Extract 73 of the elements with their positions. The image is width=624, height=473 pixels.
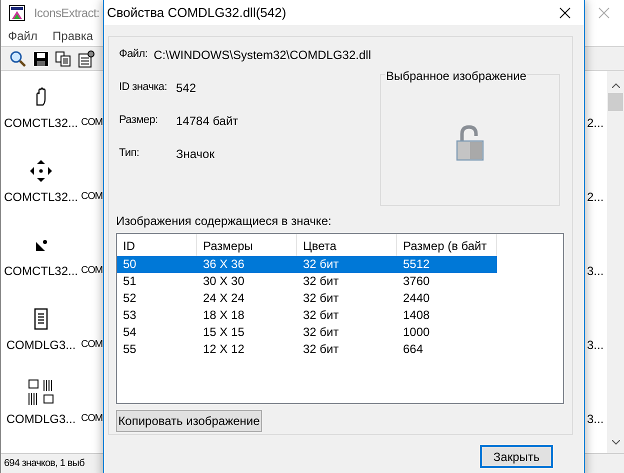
table-cell-text: 32 бит xyxy=(302,341,340,358)
table-row[interactable]: 51 30 X 30 32 бит 3760 xyxy=(117,273,497,290)
field-label: Файл: xyxy=(119,47,149,62)
properties-icon[interactable] xyxy=(77,50,95,68)
scroll-down-icon[interactable] xyxy=(612,440,620,446)
field-label: ID значка: xyxy=(119,80,168,95)
table-cell-text: 24 X 24 xyxy=(202,290,246,307)
icon-label[interactable]: COMCTL32... xyxy=(4,262,78,280)
table-cell-text: 1408 xyxy=(402,307,431,324)
icon-label[interactable]: COM xyxy=(81,411,103,426)
table-cell-text: 18 X 18 xyxy=(202,307,246,324)
scroll-thumb[interactable] xyxy=(608,93,623,112)
pattern-icon xyxy=(27,379,55,408)
icon-label[interactable]: COMCTL32... xyxy=(4,114,78,132)
icon-label[interactable]: COM xyxy=(81,189,103,204)
icon-label[interactable]: COMDLG3... xyxy=(6,336,76,354)
scrollbar[interactable] xyxy=(607,71,624,454)
table-cell-text: 32 бит xyxy=(302,324,340,341)
table-cell-text: 3760 xyxy=(402,273,431,290)
field-value: Значок xyxy=(176,146,214,163)
menu-item[interactable]: Правка xyxy=(52,27,94,46)
close-button[interactable]: Закрыть xyxy=(480,445,553,468)
table-row[interactable]: 50 36 X 36 32 бит 5512 xyxy=(117,256,497,273)
table-cell-text: 53 xyxy=(122,307,138,324)
icon-label[interactable]: COM xyxy=(81,337,103,352)
field-value: 542 xyxy=(176,80,196,97)
window-title: IconsExtract: xyxy=(34,5,100,22)
table-cell-text: 1000 xyxy=(402,324,431,341)
table-cell-text: 12 X 12 xyxy=(202,341,246,358)
copy-icon[interactable] xyxy=(55,50,71,67)
move-arrows-icon xyxy=(29,159,53,184)
menu-item[interactable]: Файл xyxy=(8,27,38,46)
table-cell-text: 32 бит xyxy=(302,290,340,307)
table-row[interactable]: 54 15 X 15 32 бит 1000 xyxy=(117,324,497,341)
icon-label[interactable]: COMCTL32... xyxy=(4,188,78,206)
table-row[interactable]: 53 18 X 18 32 бит 1408 xyxy=(117,307,497,324)
table-cell-text: 54 xyxy=(122,324,138,341)
table-row[interactable]: 55 12 X 12 32 бит 664 xyxy=(117,341,497,358)
copy-image-button[interactable]: Копировать изображение xyxy=(116,410,262,432)
field-value: 14784 байт xyxy=(176,113,238,130)
table-cell-text: 32 бит xyxy=(302,256,340,273)
table-cell-text: 36 X 36 xyxy=(202,256,246,273)
field-value: C:\WINDOWS\System32\COMDLG32.dll xyxy=(154,47,371,64)
status-text: 694 значков, 1 выб xyxy=(4,457,84,472)
padlock-icon xyxy=(456,125,484,161)
icon-label[interactable]: COM xyxy=(81,115,103,130)
icon-label[interactable]: 2... xyxy=(587,188,607,206)
table-cell-text: 55 xyxy=(122,341,138,358)
field-label: Тип: xyxy=(119,146,140,161)
table-cell-text: 664 xyxy=(402,341,424,358)
table-cell-text: 15 X 15 xyxy=(202,324,246,341)
table-cell-text: 30 X 30 xyxy=(202,273,246,290)
table-cell-text: 32 бит xyxy=(302,273,340,290)
icon-label[interactable]: 3... xyxy=(587,262,607,280)
table-cell-text: 52 xyxy=(122,290,138,307)
icon-label[interactable]: 3... xyxy=(587,410,607,428)
window-title: Свойства COMDLG32.dll(542) xyxy=(107,4,286,22)
table-cell-text: 51 xyxy=(122,273,138,290)
icon-label[interactable]: 2... xyxy=(587,114,607,132)
app-logo-icon xyxy=(9,5,25,22)
close-icon[interactable] xyxy=(559,6,571,18)
table-cell-text: 5512 xyxy=(402,256,431,273)
table-cell-text: 32 бит xyxy=(302,307,340,324)
icon-label[interactable]: COMDLG3... xyxy=(6,410,76,428)
icon-label[interactable]: 3... xyxy=(587,336,607,354)
table-cell-text: 50 xyxy=(122,256,138,273)
icon-label[interactable]: COM xyxy=(81,263,103,278)
scroll-up-icon[interactable] xyxy=(612,83,620,88)
search-icon[interactable] xyxy=(9,50,27,68)
table-cell-text: 2440 xyxy=(402,290,431,307)
list-caption: Изображения содержащиеся в значке: xyxy=(116,213,332,230)
field-label: Размер: xyxy=(119,113,159,128)
table-row[interactable]: 52 24 X 24 32 бит 2440 xyxy=(117,290,497,307)
